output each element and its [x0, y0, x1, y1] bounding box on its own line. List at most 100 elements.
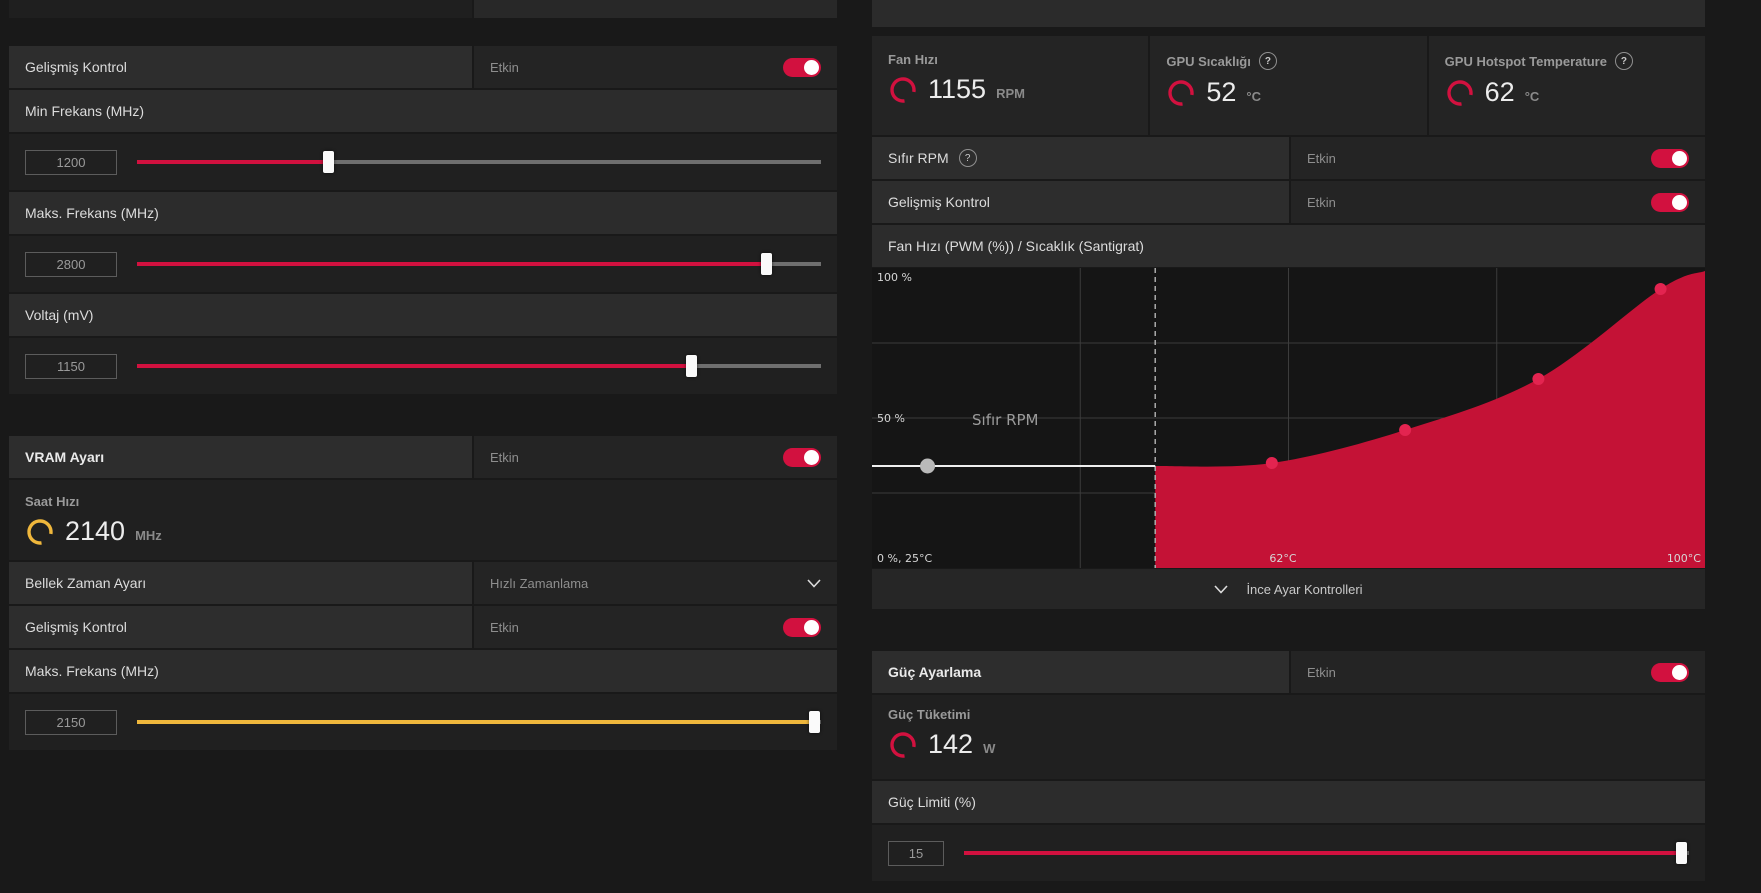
power-limit-slider-area: 15 [872, 825, 1705, 881]
fan-speed-unit: RPM [996, 86, 1025, 101]
tuning-page: Gelişmiş Kontrol Etkin Min Frekans (MHz)… [0, 0, 1761, 893]
fan-advanced-control-state: Etkin [1307, 194, 1336, 210]
vram-advanced-control-state-cell: Etkin [474, 606, 837, 648]
toggle-knob [804, 619, 819, 635]
chevron-down-icon [1214, 584, 1229, 594]
memory-timing-label-cell: Bellek Zaman Ayarı [9, 562, 472, 604]
power-limit-value[interactable]: 15 [888, 840, 944, 866]
gpu-temp-unit: °C [1246, 89, 1261, 104]
svg-text:50 %: 50 % [877, 412, 905, 425]
gpu-advanced-control-row: Gelişmiş Kontrol Etkin [9, 46, 837, 88]
svg-text:0 %, 25°C: 0 %, 25°C [877, 552, 932, 565]
fan-curve-title: Fan Hızı (PWM (%)) / Sıcaklık (Santigrat… [888, 238, 1144, 254]
slider-track[interactable] [137, 364, 821, 368]
fan-curve-chart[interactable]: Sıfır RPM 100 % 50 % 0 %, 25°C 62°C 100°C [872, 268, 1705, 568]
vram-clock-unit: MHz [135, 528, 162, 543]
fan-curve-point [1532, 373, 1545, 385]
fan-advanced-control-label-cell: Gelişmiş Kontrol [872, 181, 1289, 223]
power-consumption-label: Güç Tüketimi [888, 707, 971, 722]
gpu-advanced-control-label-cell: Gelişmiş Kontrol [9, 46, 472, 88]
memory-timing-value: Hızlı Zamanlama [490, 575, 589, 591]
toggle-knob [804, 449, 819, 465]
max-frequency-label-row: Maks. Frekans (MHz) [9, 192, 837, 234]
max-frequency-slider-area: 2800 [9, 236, 837, 292]
gpu-advanced-control-toggle[interactable] [783, 57, 821, 77]
slider-track[interactable] [137, 720, 821, 724]
vram-max-frequency-slider[interactable] [137, 711, 821, 733]
gpu-hotspot-unit: °C [1524, 89, 1540, 104]
slider-fill [137, 160, 329, 164]
fan-advanced-control-label: Gelişmiş Kontrol [888, 194, 990, 210]
slider-track[interactable] [964, 851, 1689, 855]
vram-max-frequency-value[interactable]: 2150 [25, 709, 117, 735]
max-frequency-value[interactable]: 2800 [25, 251, 117, 277]
vram-header-row: VRAM Ayarı Etkin [9, 436, 837, 478]
vram-toggle[interactable] [783, 447, 821, 467]
slider-handle[interactable] [323, 151, 335, 173]
power-consumption-unit: W [983, 741, 996, 756]
fan-advanced-control-row: Gelişmiş Kontrol Etkin [872, 181, 1705, 223]
svg-text:100 %: 100 % [877, 271, 912, 284]
fan-speed-value: 1155 [928, 74, 987, 104]
chevron-down-icon [807, 578, 821, 588]
fine-tuning-label: İnce Ayar Kontrolleri [1246, 581, 1363, 597]
toggle-knob [804, 59, 819, 75]
min-frequency-slider[interactable] [137, 151, 821, 173]
min-frequency-label: Min Frekans (MHz) [25, 103, 145, 119]
vram-state: Etkin [490, 449, 519, 465]
slider-fill [964, 851, 1682, 855]
fan-curve-title-row: Fan Hızı (PWM (%)) / Sıcaklık (Santigrat… [872, 225, 1705, 267]
gauge-icon [1168, 79, 1195, 106]
max-frequency-slider[interactable] [137, 253, 821, 275]
help-icon[interactable]: ? [1258, 52, 1277, 70]
vram-max-frequency-label: Maks. Frekans (MHz) [25, 663, 159, 679]
vram-clock-label: Saat Hızı [25, 494, 80, 509]
power-state-cell: Etkin [1291, 651, 1705, 693]
help-icon[interactable]: ? [958, 149, 977, 167]
slider-handle[interactable] [1676, 842, 1688, 864]
slider-handle[interactable] [808, 711, 820, 733]
power-limit-label: Güç Limiti (%) [888, 794, 976, 810]
help-icon[interactable]: ? [1614, 52, 1633, 70]
slider-handle[interactable] [760, 253, 772, 275]
fan-curve-svg[interactable]: Sıfır RPM 100 % 50 % 0 %, 25°C 62°C 100°C [872, 268, 1705, 568]
vram-title-cell: VRAM Ayarı [9, 436, 472, 478]
gpu-advanced-control-state-cell: Etkin [474, 46, 837, 88]
voltage-label-row: Voltaj (mV) [9, 294, 837, 336]
power-consumption-value: 142 [928, 729, 974, 759]
memory-timing-row: Bellek Zaman Ayarı Hızlı Zamanlama [9, 562, 837, 604]
zero-rpm-toggle[interactable] [1651, 148, 1689, 168]
slider-handle[interactable] [685, 355, 697, 377]
memory-timing-select[interactable]: Hızlı Zamanlama [474, 562, 837, 604]
toggle-knob [1672, 664, 1687, 680]
vram-advanced-control-label-cell: Gelişmiş Kontrol [9, 606, 472, 648]
fan-advanced-control-toggle[interactable] [1651, 192, 1689, 212]
fine-tuning-expander[interactable]: İnce Ayar Kontrolleri [872, 569, 1705, 609]
gauge-icon [1446, 79, 1473, 106]
gauge-icon [890, 76, 916, 103]
voltage-slider[interactable] [137, 355, 821, 377]
power-toggle[interactable] [1651, 662, 1689, 682]
power-title-cell: Güç Ayarlama [872, 651, 1289, 693]
voltage-slider-area: 1150 [9, 338, 837, 394]
slider-track[interactable] [137, 160, 821, 164]
zero-rpm-state: Etkin [1307, 150, 1336, 166]
slider-track[interactable] [137, 262, 821, 266]
power-limit-slider[interactable] [964, 842, 1689, 864]
gpu-temp-tile: GPU Sıcaklığı ? 52 °C [1150, 36, 1427, 135]
voltage-value[interactable]: 1150 [25, 353, 117, 379]
zero-rpm-label-cell: Sıfır RPM ? [872, 137, 1289, 179]
clipped-panel-edge [872, 0, 1705, 27]
gauge-icon [890, 731, 916, 758]
svg-text:100°C: 100°C [1667, 552, 1701, 565]
vram-advanced-control-toggle[interactable] [783, 617, 821, 637]
gpu-hotspot-tile: GPU Hotspot Temperature ? 62 °C [1428, 36, 1705, 135]
gauge-icon [27, 518, 53, 545]
vram-state-cell: Etkin [474, 436, 837, 478]
fan-advanced-control-state-cell: Etkin [1291, 181, 1705, 223]
toggle-knob [1672, 150, 1687, 166]
max-frequency-label: Maks. Frekans (MHz) [25, 205, 159, 221]
min-frequency-value[interactable]: 1200 [25, 149, 117, 175]
zero-rpm-handle [920, 458, 936, 474]
vram-clock-stat: Saat Hızı 2140 MHz [9, 480, 837, 560]
